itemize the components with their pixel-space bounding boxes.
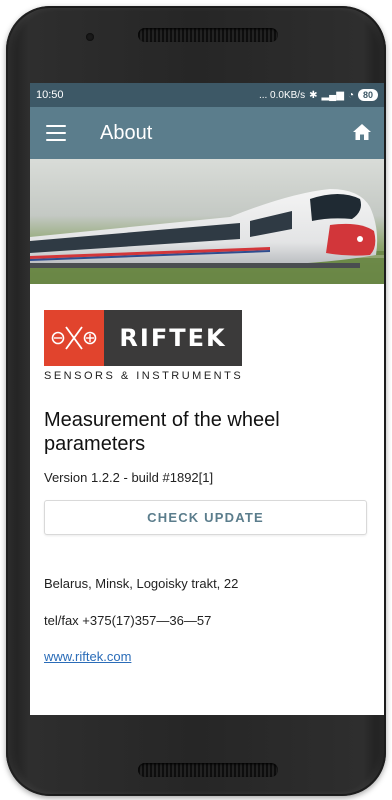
header-image-train bbox=[30, 159, 384, 284]
logo-tagline: SENSORS & INSTRUMENTS bbox=[44, 370, 244, 382]
front-camera bbox=[86, 33, 94, 41]
about-content: RIFTEK SENSORS & INSTRUMENTS Measurement… bbox=[30, 284, 384, 664]
signal-icon: ▂▄▆ bbox=[321, 89, 344, 101]
logo-wordmark: RIFTEK bbox=[104, 310, 242, 366]
wifi-icon: ◔ bbox=[347, 89, 354, 101]
hamburger-icon[interactable] bbox=[46, 125, 66, 141]
status-bar: 10:50 ... 0.0KB/s ✱ ▂▄▆ ◔ 80 bbox=[30, 83, 384, 107]
app-description-heading: Measurement of the wheel parameters bbox=[44, 409, 280, 455]
network-speed: ... 0.0KB/s bbox=[258, 89, 306, 101]
app-screen: 10:50 ... 0.0KB/s ✱ ▂▄▆ ◔ 80 About RIFTE… bbox=[30, 83, 384, 715]
company-address: Belarus, Minsk, Logoisky trakt, 22 bbox=[44, 576, 239, 591]
status-indicators: ... 0.0KB/s ✱ ▂▄▆ ◔ 80 bbox=[259, 89, 378, 101]
logo-mark bbox=[44, 310, 104, 366]
website-link[interactable]: www.riftek.com bbox=[44, 649, 370, 664]
bluetooth-icon: ✱ bbox=[309, 89, 318, 101]
version-text: Version 1.2.2 - build #1892[1] bbox=[44, 470, 214, 485]
page-title: About bbox=[100, 121, 153, 144]
logo-symbol-icon bbox=[51, 326, 97, 350]
battery-icon: 80 bbox=[357, 89, 378, 101]
app-bar: About bbox=[30, 107, 384, 159]
status-time: 10:50 bbox=[36, 89, 64, 101]
check-update-button[interactable]: CHECK UPDATE bbox=[44, 500, 367, 535]
home-icon[interactable] bbox=[352, 123, 372, 141]
top-speaker bbox=[138, 28, 278, 42]
company-phone: tel/fax +375(17)357—36—57 bbox=[44, 613, 212, 628]
company-logo: RIFTEK bbox=[44, 310, 242, 366]
bottom-speaker bbox=[138, 763, 278, 777]
train-illustration bbox=[30, 159, 384, 284]
